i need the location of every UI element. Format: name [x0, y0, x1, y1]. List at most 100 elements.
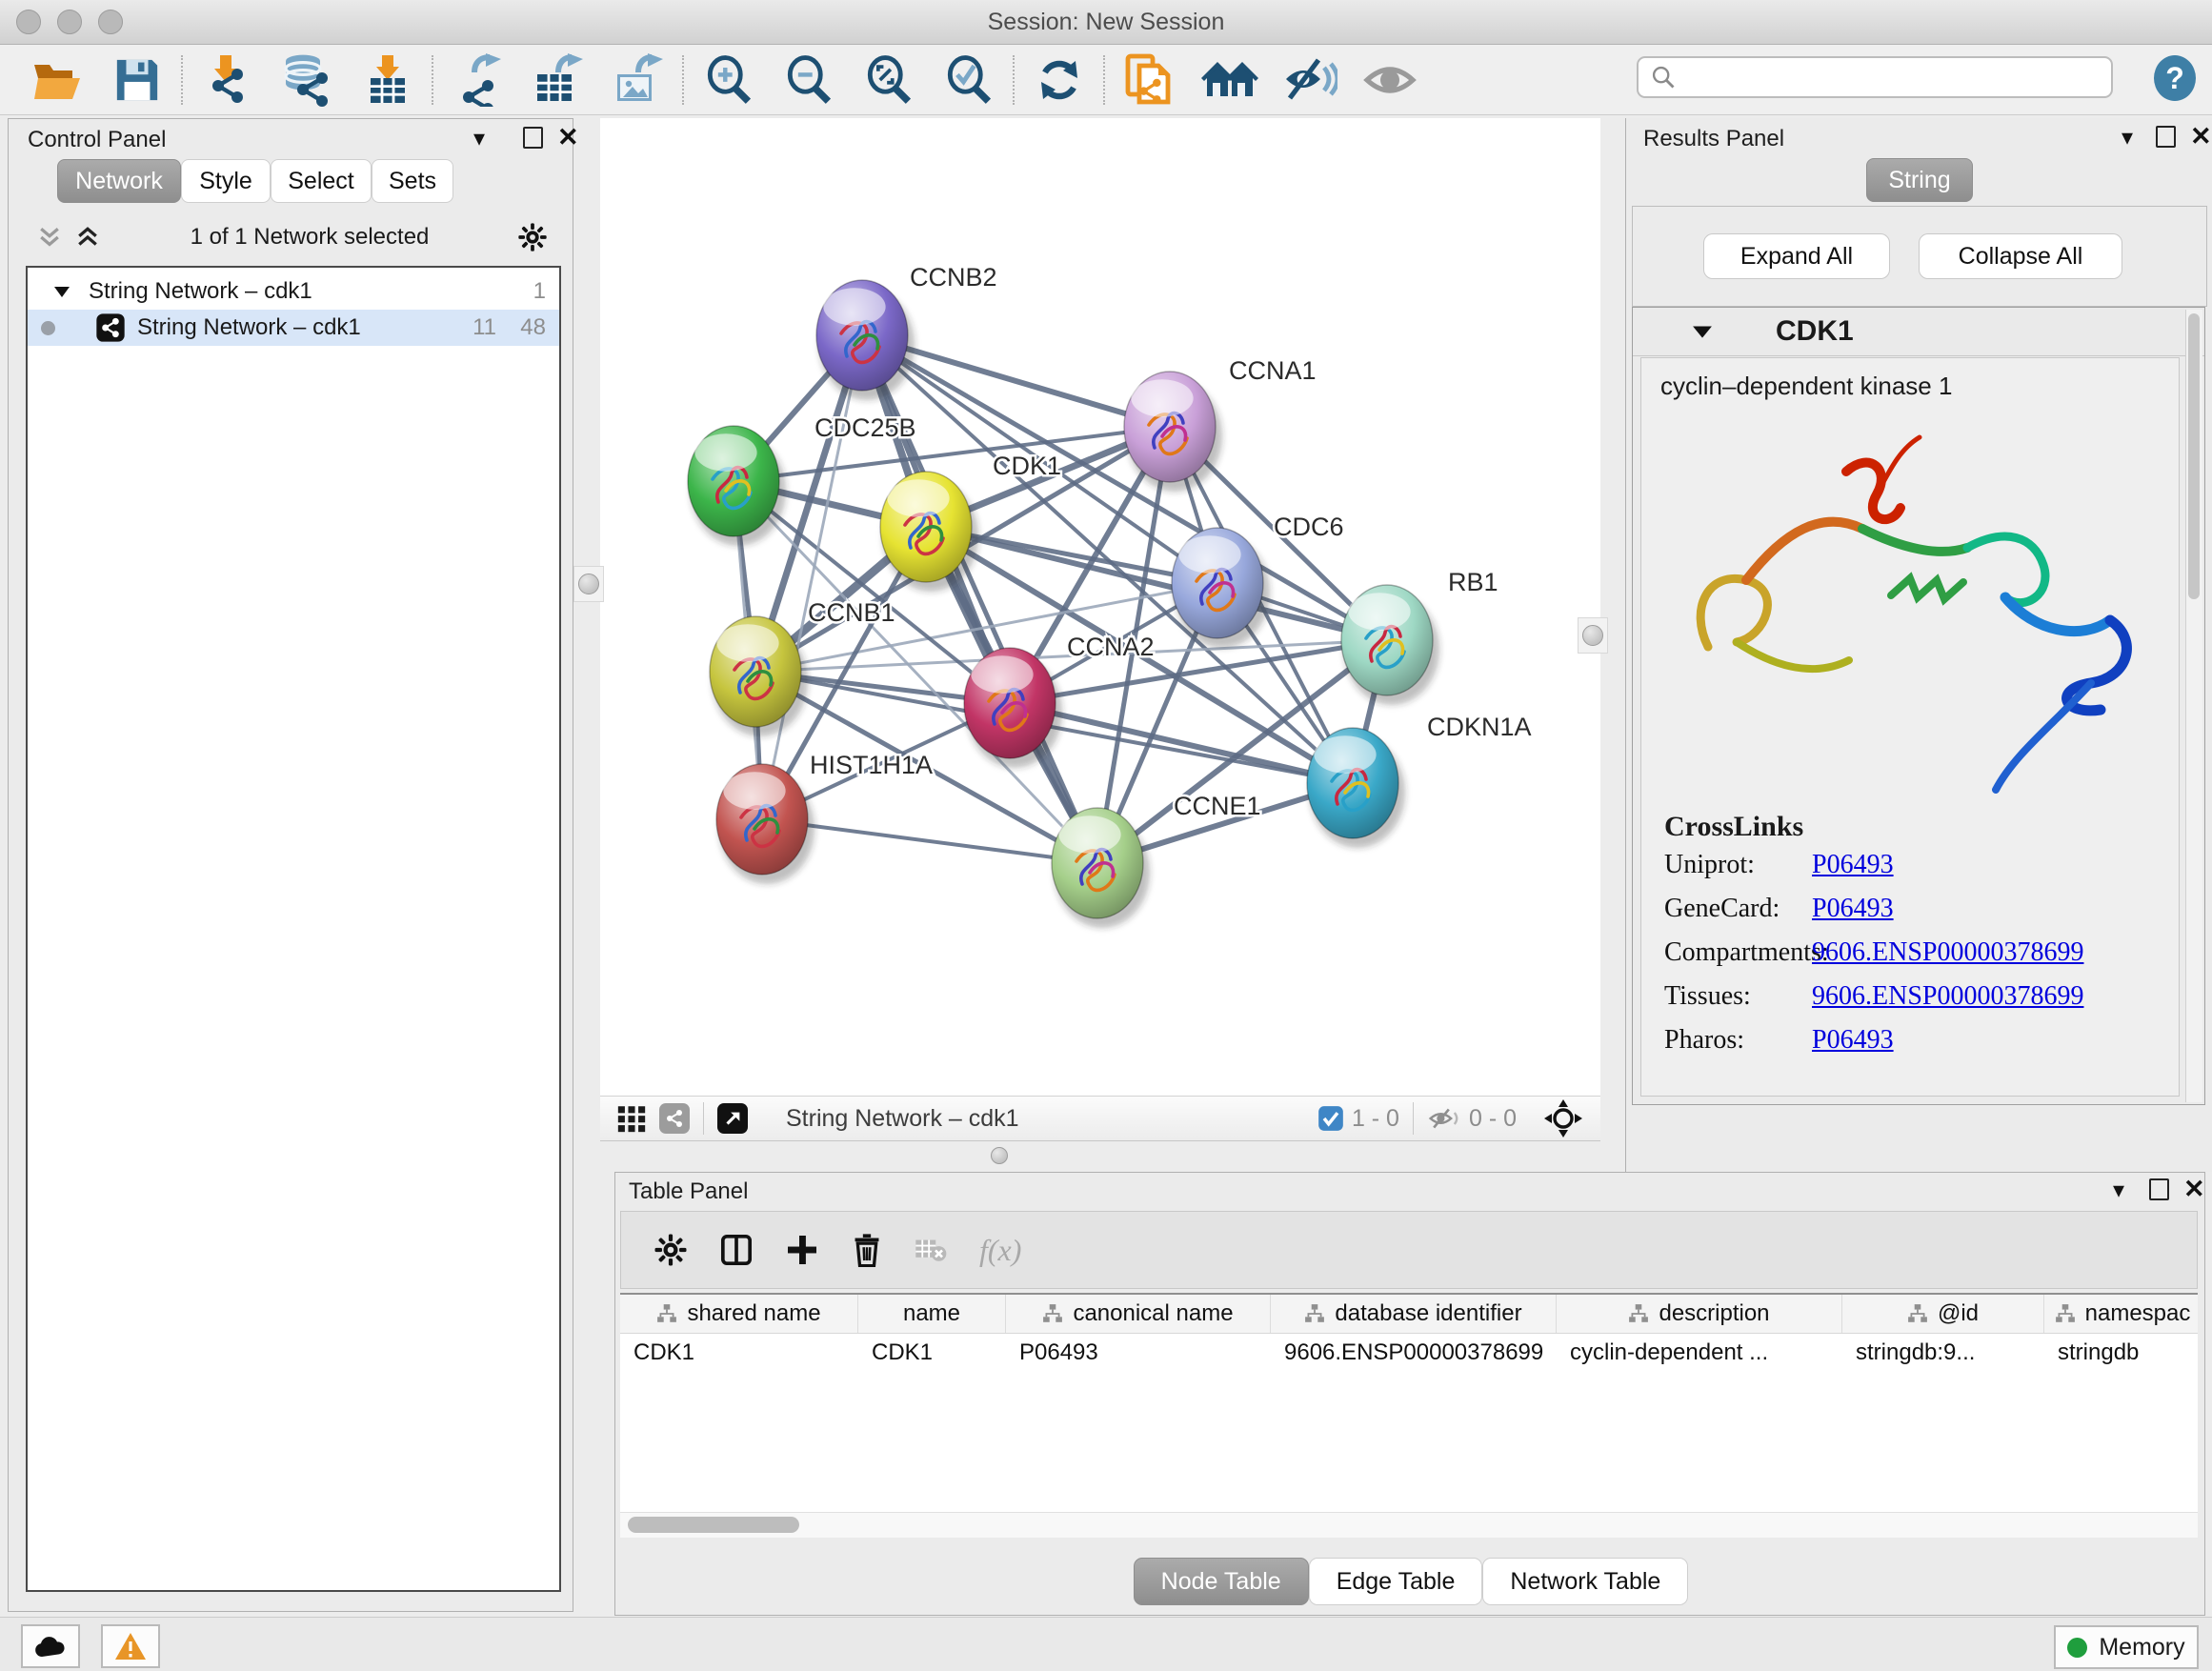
export-network-icon[interactable]	[438, 51, 518, 109]
hide-selected-icon[interactable]	[1270, 51, 1350, 109]
float-panel-icon[interactable]	[523, 127, 543, 149]
node-CCNA1[interactable]	[1124, 372, 1222, 492]
search-input[interactable]	[1686, 63, 2100, 91]
open-file-icon[interactable]	[17, 51, 97, 109]
tab-select[interactable]: Select	[271, 159, 372, 203]
function-icon[interactable]: f(x)	[979, 1233, 1021, 1268]
collapse-all-button[interactable]: Collapse All	[1919, 233, 2122, 279]
warning-button[interactable]	[101, 1624, 160, 1668]
houses-icon[interactable]	[1190, 51, 1270, 109]
table-row[interactable]: CDK1CDK1P064939606.ENSP00000378699cyclin…	[620, 1334, 2198, 1372]
collapse-all-chevron-icon[interactable]	[35, 223, 64, 252]
birds-eye-view-icon[interactable]	[615, 1102, 648, 1135]
crosslink-link[interactable]: 9606.ENSP00000378699	[1812, 937, 2083, 968]
hidden-eye-slash-icon[interactable]	[1427, 1104, 1461, 1133]
gear-icon[interactable]	[517, 222, 548, 252]
edge-HIST1H1A-CCNB2[interactable]	[762, 335, 862, 819]
tab-string[interactable]: String	[1866, 158, 1973, 202]
close-panel-icon[interactable]: ✕	[557, 125, 579, 151]
gear-icon[interactable]	[654, 1233, 688, 1267]
network-canvas[interactable]: CCNB2CCNA1CDC25BCDK1CDC6RB1CCNB1CCNA2CDK…	[600, 118, 1600, 1096]
table-cell[interactable]: 9606.ENSP00000378699	[1271, 1339, 1557, 1366]
tab-edge-table[interactable]: Edge Table	[1309, 1558, 1483, 1605]
help-button[interactable]: ?	[2152, 54, 2198, 102]
table-cell[interactable]: cyclin-dependent ...	[1557, 1339, 1842, 1366]
node-CCNB2[interactable]	[816, 280, 915, 400]
node-CDK1[interactable]	[880, 472, 978, 592]
node-CCNE1[interactable]	[1052, 808, 1150, 928]
column-header-description[interactable]: description	[1557, 1295, 1842, 1333]
tab-style[interactable]: Style	[181, 159, 271, 203]
panel-menu-caret-icon[interactable]: ▾	[2113, 1177, 2124, 1204]
scrollbar-thumb[interactable]	[628, 1517, 799, 1533]
export-table-icon[interactable]	[518, 51, 598, 109]
tab-network-table[interactable]: Network Table	[1482, 1558, 1688, 1605]
node-section-header[interactable]: CDK1	[1633, 308, 2204, 356]
edge-CDK1-RB1[interactable]	[926, 527, 1387, 640]
cloud-button[interactable]	[21, 1624, 80, 1668]
column-header-shared-name[interactable]: shared name	[620, 1295, 858, 1333]
zoom-selected-icon[interactable]	[929, 51, 1009, 109]
node-RB1[interactable]	[1341, 585, 1439, 705]
float-panel-icon[interactable]	[2156, 126, 2176, 148]
show-all-icon[interactable]	[1350, 51, 1430, 109]
import-database-icon[interactable]	[268, 51, 348, 109]
table-cell[interactable]: CDK1	[858, 1339, 1006, 1366]
selected-checkbox-icon[interactable]	[1317, 1105, 1344, 1132]
table-horizontal-scrollbar[interactable]	[620, 1512, 2198, 1538]
zoom-in-icon[interactable]	[689, 51, 769, 109]
column-header-@id[interactable]: @id	[1842, 1295, 2044, 1333]
node-table[interactable]: shared name name canonical name database…	[620, 1293, 2198, 1512]
crosslink-link[interactable]: 9606.ENSP00000378699	[1812, 981, 2083, 1012]
table-cell[interactable]: stringdb	[2044, 1339, 2198, 1366]
expand-all-button[interactable]: Expand All	[1703, 233, 1890, 279]
export-image-icon[interactable]	[598, 51, 678, 109]
column-header-canonical-name[interactable]: canonical name	[1006, 1295, 1271, 1333]
import-network-icon[interactable]	[188, 51, 268, 109]
left-splitter-handle[interactable]	[573, 566, 604, 602]
node-CDKN1A[interactable]	[1307, 728, 1405, 848]
import-table-icon[interactable]	[348, 51, 428, 109]
bottom-splitter-handle[interactable]	[991, 1147, 1008, 1164]
clear-table-icon[interactable]	[915, 1237, 947, 1263]
close-panel-icon[interactable]: ✕	[2190, 124, 2212, 150]
zoom-out-icon[interactable]	[769, 51, 849, 109]
tab-network[interactable]: Network	[57, 159, 181, 203]
tree-expand-icon[interactable]	[52, 282, 71, 301]
split-columns-icon[interactable]	[720, 1233, 753, 1267]
scrollbar-thumb[interactable]	[2188, 313, 2200, 599]
crosslink-link[interactable]: P06493	[1812, 894, 1894, 924]
results-vertical-scrollbar[interactable]	[2185, 310, 2202, 1102]
section-collapse-icon[interactable]	[1692, 322, 1713, 341]
refresh-layout-icon[interactable]	[1019, 51, 1099, 109]
table-cell[interactable]: CDK1	[620, 1339, 858, 1366]
column-header-database-identifier[interactable]: database identifier	[1271, 1295, 1557, 1333]
add-icon[interactable]	[785, 1233, 819, 1267]
tab-sets[interactable]: Sets	[372, 159, 453, 203]
node-CDC25B[interactable]	[688, 426, 786, 546]
network-collection-row[interactable]: String Network – cdk1 1	[28, 273, 559, 310]
zoom-fit-icon[interactable]	[849, 51, 929, 109]
table-cell[interactable]: P06493	[1006, 1339, 1271, 1366]
delete-icon[interactable]	[852, 1233, 882, 1267]
open-in-new-window-icon[interactable]	[717, 1103, 748, 1134]
close-panel-icon[interactable]: ✕	[2183, 1177, 2205, 1202]
crosslink-link[interactable]: P06493	[1812, 1025, 1894, 1056]
table-cell[interactable]: stringdb:9...	[1842, 1339, 2044, 1366]
crosslink-link[interactable]: P06493	[1812, 850, 1894, 880]
network-row-selected[interactable]: String Network – cdk1 11 48	[28, 310, 559, 346]
save-session-icon[interactable]	[97, 51, 177, 109]
search-box[interactable]	[1637, 56, 2113, 98]
column-header-name[interactable]: name	[858, 1295, 1006, 1333]
tab-node-table[interactable]: Node Table	[1134, 1558, 1309, 1605]
panel-menu-caret-icon[interactable]: ▾	[473, 125, 485, 152]
right-splitter-handle[interactable]	[1578, 617, 1608, 654]
memory-button[interactable]: Memory	[2054, 1625, 2199, 1669]
node-CCNA2[interactable]	[964, 648, 1062, 768]
float-panel-icon[interactable]	[2149, 1178, 2169, 1200]
column-header-namespac[interactable]: namespac	[2044, 1295, 2198, 1333]
panel-menu-caret-icon[interactable]: ▾	[2122, 124, 2133, 151]
node-HIST1H1A[interactable]	[716, 764, 814, 884]
duplicate-network-icon[interactable]	[1110, 51, 1190, 109]
fit-pan-crosshair-icon[interactable]	[1543, 1098, 1583, 1138]
